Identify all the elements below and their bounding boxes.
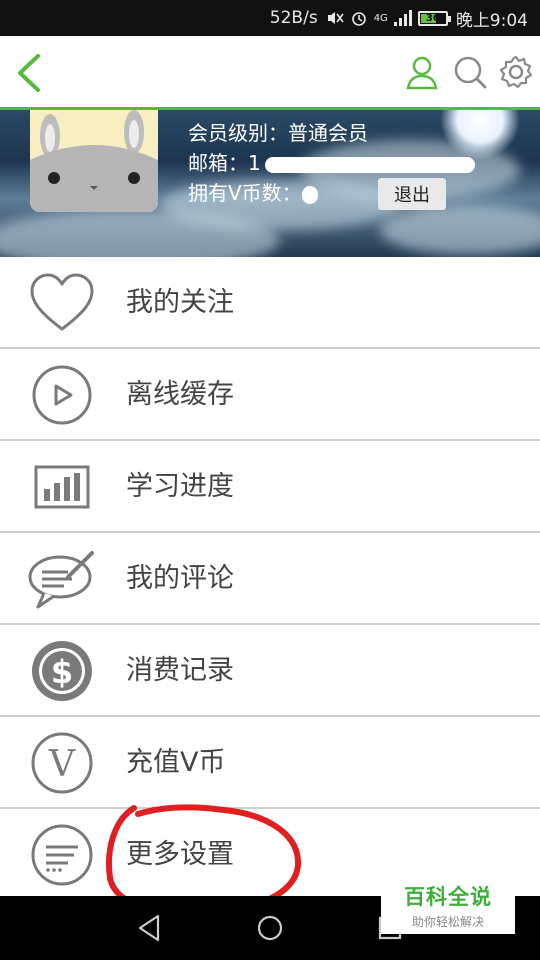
menu-item-purchase-history[interactable]: $ 消费记录 [0,625,540,717]
profile-banner: 会员级别：普通会员 邮箱：1 拥有V币数： 退出 [0,110,540,257]
v-coin-icon: V [31,732,93,794]
menu-item-label: 我的关注 [126,287,234,318]
clock: 晚上9:04 [455,10,528,31]
menu-item-label: 离线缓存 [126,379,234,410]
menu-item-learning-progress[interactable]: 学习进度 [0,441,540,533]
status-bar: 52B/s 4G 36 晚上9:04 [0,0,540,36]
watermark-subtitle: 助你轻松解决 [411,914,484,929]
logout-button[interactable]: 退出 [378,178,446,210]
user-icon[interactable] [404,54,440,90]
menu-list: 我的关注 离线缓存 学习进度 我的评论 $ 消费记录 V 充值V币 更多设置 [0,257,540,901]
menu-item-my-comments[interactable]: 我的评论 [0,533,540,625]
svg-text:$: $ [51,653,73,691]
signal-icon [393,10,412,26]
cloud-decoration [380,205,540,255]
email-label: 邮箱： [188,151,248,175]
redacted-email [264,156,475,173]
battery-icon: 36 [417,10,451,26]
menu-item-my-follows[interactable]: 我的关注 [0,257,540,349]
more-settings-icon [31,824,93,886]
coins-label: 拥有V币数： [188,181,302,205]
menu-item-label: 学习进度 [126,471,234,502]
menu-item-offline-cache[interactable]: 离线缓存 [0,349,540,441]
member-level-row: 会员级别：普通会员 [188,118,475,148]
network-speed: 52B/s [269,8,318,28]
app-header [0,36,540,110]
watermark-title: 百科全说 [404,884,492,909]
email-value: 1 [248,151,261,175]
bar-chart-icon [34,465,90,509]
alarm-icon [351,12,366,26]
battery-level: 36 [425,12,440,24]
email-row: 邮箱：1 [188,148,475,178]
menu-item-recharge-coins[interactable]: V 充值V币 [0,717,540,809]
menu-item-label: 消费记录 [126,655,234,686]
search-icon[interactable] [452,54,488,90]
avatar[interactable] [30,110,158,212]
member-level-label: 会员级别： [188,121,288,145]
status-icons: 4G 36 [326,9,451,27]
nav-home-icon[interactable] [254,912,286,944]
comment-icon [28,551,94,609]
nav-back-icon[interactable] [134,912,166,944]
svg-text:V: V [48,744,76,785]
dollar-circle-icon: $ [32,641,92,701]
bunny-avatar-icon [30,110,158,212]
gear-icon[interactable] [498,54,534,90]
chevron-left-icon[interactable] [10,50,50,96]
heart-icon [30,273,94,331]
menu-item-label: 我的评论 [126,563,234,594]
play-circle-icon [32,365,92,425]
watermark: 百科全说 助你轻松解决 [381,876,515,934]
network-type: 4G [373,12,388,24]
mute-icon [327,12,344,24]
redacted-coins [301,185,318,204]
menu-item-label: 充值V币 [126,747,226,778]
menu-item-label: 更多设置 [126,839,234,870]
member-level-value: 普通会员 [288,121,368,145]
